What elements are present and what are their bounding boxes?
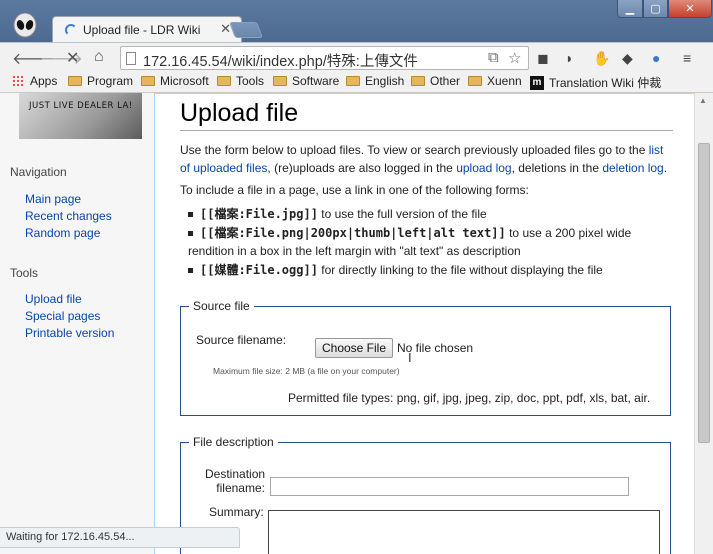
extension-diamond-icon[interactable]: ◆	[622, 50, 633, 67]
tab-title: Upload file - LDR Wiki	[83, 23, 201, 37]
extension-hand-icon[interactable]: ✋	[593, 50, 610, 67]
destination-filename-input[interactable]	[270, 477, 629, 496]
folder-icon	[411, 76, 425, 86]
bookmark-folder-program[interactable]: Program	[68, 74, 133, 88]
file-description-legend: File description	[193, 435, 274, 449]
folder-icon	[273, 76, 287, 86]
site-logo[interactable]: JUST LIVE DEALER LA!	[19, 93, 142, 139]
choose-file-button[interactable]: Choose File	[315, 338, 393, 358]
bookmark-folder-xuenn[interactable]: Xuenn	[468, 74, 522, 88]
bookmark-folder-software[interactable]: Software	[273, 74, 339, 88]
logo-text: JUST LIVE DEALER LA!	[29, 101, 133, 111]
folder-icon	[217, 76, 231, 86]
summary-textarea[interactable]	[268, 510, 660, 554]
list-item: [[檔案:File.jpg]] to use the full version …	[188, 205, 678, 223]
list-item: [[檔案:File.png|200px|thumb|left|alt text]…	[188, 224, 678, 260]
loading-spinner-icon	[65, 24, 77, 36]
source-file-fieldset: Source file Source filename: Choose File…	[180, 299, 671, 416]
wikicode-example: [[檔案:File.jpg]]	[200, 207, 318, 221]
source-file-legend: Source file	[193, 299, 250, 313]
maximize-button[interactable]: ▢	[643, 0, 668, 18]
tools-heading: Tools	[10, 266, 39, 280]
wikicode-example: [[媒體:File.ogg]]	[200, 263, 318, 277]
minimize-button[interactable]: ▁	[617, 0, 643, 18]
page-title: Upload file	[180, 99, 299, 127]
sidebar: JUST LIVE DEALER LA! Navigation Main pag…	[0, 93, 154, 554]
address-bar[interactable]: 172.16.45.54/wiki/index.php/特殊:上傳文件 ⧉ ☆	[120, 46, 529, 70]
page-icon	[126, 52, 136, 65]
folder-icon	[68, 76, 82, 86]
wikicode-example: [[檔案:File.png|200px|thumb|left|alt text]…	[200, 226, 506, 240]
folder-icon	[346, 76, 360, 86]
scroll-up-arrow-icon[interactable]: ▲	[699, 96, 707, 105]
destination-filename-label: Destination filename:	[205, 467, 266, 495]
include-instructions: To include a file in a page, use a link …	[180, 183, 529, 197]
browser-toolbar: 🡐 🡒 ✕ ⌂ 172.16.45.54/wiki/index.php/特殊:上…	[0, 42, 713, 72]
sidebar-item-special-pages[interactable]: Special pages	[25, 309, 100, 323]
folder-icon	[141, 76, 155, 86]
page-scrollbar[interactable]: ▲	[694, 93, 713, 554]
web-page: JUST LIVE DEALER LA! Navigation Main pag…	[0, 93, 713, 554]
bookmark-star-icon[interactable]: ☆	[508, 49, 521, 67]
home-icon[interactable]: ⌂	[94, 48, 104, 66]
bookmark-folder-other[interactable]: Other	[411, 74, 460, 88]
status-bar: Waiting for 172.16.45.54...	[0, 527, 240, 548]
title-divider	[180, 130, 673, 131]
upload-log-link[interactable]: upload log	[456, 161, 511, 175]
folder-icon	[468, 76, 482, 86]
navigation-heading: Navigation	[10, 165, 67, 179]
intro-paragraph: Use the form below to upload files. To v…	[180, 143, 668, 175]
bookmark-folder-microsoft[interactable]: Microsoft	[141, 74, 209, 88]
permitted-file-types: Permitted file types: png, gif, jpg, jpe…	[288, 391, 651, 405]
apps-grid-icon	[12, 75, 24, 87]
sidebar-item-random-page[interactable]: Random page	[25, 226, 100, 240]
alien-avatar-icon	[13, 13, 37, 38]
close-window-button[interactable]: ✕	[668, 0, 712, 18]
sidebar-item-upload-file[interactable]: Upload file	[25, 292, 82, 306]
globe-icon[interactable]: ●	[652, 50, 660, 66]
stop-loading-icon[interactable]: ✕	[66, 48, 79, 68]
bookmark-translation-wiki[interactable]: m Translation Wiki 仲裁	[530, 74, 661, 91]
bookmark-folder-english[interactable]: English	[346, 74, 404, 88]
sidebar-item-printable-version[interactable]: Printable version	[25, 326, 114, 340]
new-tab-button[interactable]	[229, 22, 263, 38]
source-filename-label: Source filename:	[196, 333, 287, 347]
list-item: [[媒體:File.ogg]] for directly linking to …	[188, 261, 678, 279]
bookmark-folder-tools[interactable]: Tools	[217, 74, 264, 88]
sidebar-item-main-page[interactable]: Main page	[25, 192, 81, 206]
pocket-icon[interactable]: ◗	[565, 50, 573, 66]
deletion-log-link[interactable]: deletion log	[602, 161, 663, 175]
summary-label: Summary:	[209, 505, 264, 519]
menu-icon[interactable]: ≡	[683, 50, 691, 66]
file-description-fieldset: File description Destination filename: S…	[180, 435, 671, 554]
copy-page-icon[interactable]: ⧉	[488, 49, 499, 66]
max-file-size-note: Maximum file size: 2 MB (a file on your …	[213, 366, 400, 376]
m-logo-icon: m	[530, 75, 544, 90]
main-content: Upload file Use the form below to upload…	[154, 93, 694, 554]
tab-upload-file[interactable]: Upload file - LDR Wiki ✕	[52, 16, 242, 43]
bookmark-apps[interactable]: Apps	[12, 74, 57, 88]
bookmarks-bar: Apps Program Microsoft Tools Software En…	[0, 72, 713, 93]
url-text: 172.16.45.54/wiki/index.php/特殊:上傳文件	[143, 54, 418, 70]
scrollbar-thumb[interactable]	[698, 143, 710, 443]
sidebar-item-recent-changes[interactable]: Recent changes	[25, 209, 112, 223]
adblock-off-icon[interactable]: ◼	[537, 50, 549, 67]
window-titlebar: Upload file - LDR Wiki ✕ ▁ ▢ ✕	[0, 0, 713, 43]
text-cursor-icon: I	[408, 350, 412, 365]
